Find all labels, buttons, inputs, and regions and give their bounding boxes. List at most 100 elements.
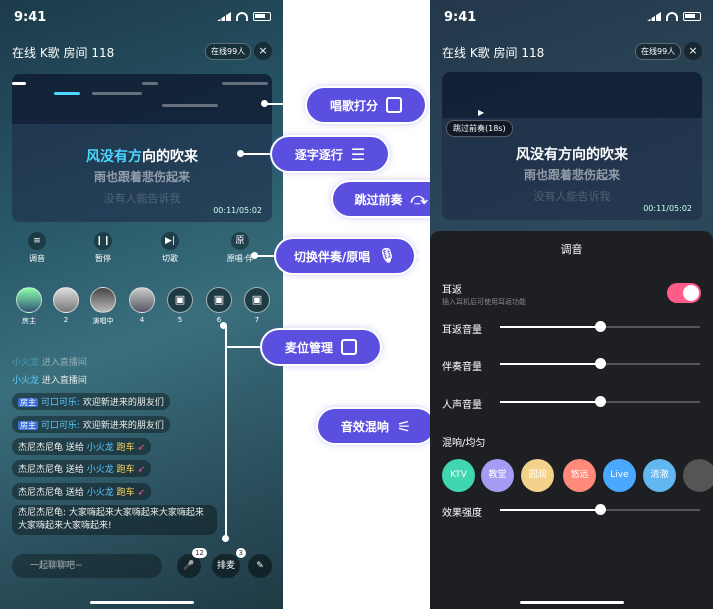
message-text: 进入直播间 xyxy=(39,376,87,386)
connector-line xyxy=(265,103,309,105)
slider-knob[interactable] xyxy=(595,321,606,332)
effect-clear[interactable]: 清澈 xyxy=(643,459,676,492)
ear-volume-slider[interactable] xyxy=(500,321,700,332)
car-icon: ➶ xyxy=(137,488,146,498)
mic-icon: 🎤 xyxy=(183,561,195,571)
lyric-third-line: 没有人能告诉我 xyxy=(533,190,611,203)
tune-button[interactable]: ≡ 调音 xyxy=(17,232,57,264)
status-time: 9:41 xyxy=(444,10,477,25)
seat-3-singing[interactable]: 演唱中 xyxy=(88,287,118,326)
seat-label: 5 xyxy=(177,316,183,324)
effects-button[interactable]: ✎ xyxy=(248,554,272,578)
gift-name: 跑车 xyxy=(113,488,135,498)
lyric-unsung-part: 向的吹来 xyxy=(142,149,198,165)
seat-4[interactable]: 4 xyxy=(127,287,157,324)
effect-ktv[interactable]: KTV xyxy=(442,459,475,492)
next-song-button[interactable]: ▶| 切歌 xyxy=(150,232,190,264)
system-message: 小火龙 进入直播间 xyxy=(12,374,87,388)
vocal-volume-label: 人声音量 xyxy=(442,400,482,411)
slider-knob[interactable] xyxy=(595,358,606,369)
seat-host[interactable]: 房主 xyxy=(14,287,44,326)
seat-label: 2 xyxy=(63,316,69,324)
original-icon: 原 xyxy=(231,232,249,250)
pause-label: 暂停 xyxy=(95,254,111,263)
empty-seat-icon: ▣ xyxy=(167,287,193,313)
status-icons xyxy=(217,12,271,21)
avatar xyxy=(90,287,116,313)
effect-live[interactable]: Live xyxy=(603,459,636,492)
lyric-sung-part: 风没有方 xyxy=(86,149,142,165)
wifi-icon xyxy=(236,12,248,21)
gift-sender: 杰尼杰尼龟 送给 xyxy=(18,443,87,453)
seat-2[interactable]: 2 xyxy=(51,287,81,324)
pitch-bar xyxy=(12,82,26,85)
gift-sender: 杰尼杰尼龟 送给 xyxy=(18,488,87,498)
signal-icon xyxy=(217,12,231,21)
callout-seat-manage: 麦位管理 xyxy=(262,330,380,364)
skip-intro-button[interactable]: 跳过前奏(18s) xyxy=(446,120,513,137)
slider-knob[interactable] xyxy=(595,504,606,515)
message-user: 可口可乐: xyxy=(41,421,81,431)
lines-icon: ☰ xyxy=(350,144,366,164)
mic-count-badge: 12 xyxy=(192,548,207,558)
mic-button[interactable]: 🎤 12 xyxy=(177,548,207,578)
close-button[interactable]: × xyxy=(684,42,702,60)
mic-icon: 🎙 xyxy=(378,248,397,264)
callout-label: 唱歌打分 xyxy=(329,98,378,113)
effect-distant[interactable]: 悠远 xyxy=(563,459,596,492)
online-count-badge[interactable]: 在线99人 xyxy=(635,43,682,60)
connector-line xyxy=(241,153,274,155)
slider-knob[interactable] xyxy=(595,396,606,407)
callout-word-by-word: 逐字逐行 ☰ xyxy=(272,137,388,171)
tuning-panel: 调音 耳返 插入耳机后可使用耳返功能 耳返音量 伴奏音量 人声音量 混响/均匀 … xyxy=(430,231,713,609)
ear-return-toggle[interactable] xyxy=(667,283,701,303)
tune-icon: ≡ xyxy=(28,232,46,250)
queue-button[interactable]: 排麦 3 xyxy=(212,548,246,578)
lyrics-stage: ▶ 跳过前奏(18s) 风没有方向的吹来 雨也跟着悲伤起来 没有人能告诉我 00… xyxy=(442,72,702,220)
avatar xyxy=(16,287,42,313)
tune-label: 调音 xyxy=(29,254,45,263)
effect-mellow[interactable]: 圆润 xyxy=(521,459,554,492)
queue-count-badge: 3 xyxy=(235,548,246,558)
original-accomp-toggle[interactable]: 原原唱·伴 xyxy=(220,232,260,264)
car-icon: ➶ xyxy=(137,443,146,453)
ear-return-hint: 插入耳机后可使用耳返功能 xyxy=(442,298,526,306)
home-indicator xyxy=(520,601,624,604)
playback-time: 00:11/05:02 xyxy=(643,204,692,213)
effect-church[interactable]: 教堂 xyxy=(481,459,514,492)
message-text: 欢迎新进来的朋友们 xyxy=(80,421,164,431)
seat-6-empty[interactable]: ▣ 6 xyxy=(204,287,234,324)
gift-sender: 杰尼杰尼龟 送给 xyxy=(18,465,87,475)
slider-fill xyxy=(500,401,600,403)
original-accomp-label: 原唱·伴 xyxy=(226,254,254,263)
skip-arrow-icon: ⤼ xyxy=(410,189,428,208)
connector-dot xyxy=(222,535,229,542)
reverb-label: 混响/均匀 xyxy=(442,438,486,449)
callout-score: 唱歌打分 xyxy=(307,88,425,122)
close-button[interactable]: × xyxy=(254,42,272,60)
ear-return-label: 耳返 xyxy=(442,285,462,296)
effect-more[interactable] xyxy=(683,459,713,492)
chat-input[interactable]: 一起聊聊吧~ xyxy=(12,554,162,578)
pause-button[interactable]: ❙❙ 暂停 xyxy=(83,232,123,264)
skip-icon: ▶| xyxy=(161,232,179,250)
seat-7-empty[interactable]: ▣ 7 xyxy=(242,287,272,324)
seat-5-empty[interactable]: ▣ 5 xyxy=(165,287,195,324)
lyric-next-line: 雨也跟着悲伤起来 xyxy=(93,170,190,184)
accomp-volume-slider[interactable] xyxy=(500,358,700,369)
pitch-bar xyxy=(142,82,158,85)
seat-label: 房主 xyxy=(22,317,36,325)
seat-label: 7 xyxy=(254,316,260,324)
status-icons xyxy=(647,12,701,21)
score-edit-icon xyxy=(386,97,402,113)
connector-line xyxy=(225,326,227,538)
message-text: 进入直播间 xyxy=(39,358,87,368)
lyric-current-line: 风没有方向的吹来 xyxy=(12,146,272,166)
effect-strength-slider[interactable] xyxy=(500,504,700,515)
vocal-volume-slider[interactable] xyxy=(500,396,700,407)
right-phone-screen: 9:41 在线 K歌 房间 118 在线99人 × ▶ 跳过前奏(18s) 风没… xyxy=(430,0,713,609)
online-count-badge[interactable]: 在线99人 xyxy=(205,43,252,60)
gift-message: 杰尼杰尼龟 送给 小火龙 跑车 ➶ xyxy=(12,438,152,455)
system-message: 小火龙 进入直播间 xyxy=(12,356,87,370)
callout-switch-track: 切换伴奏/原唱 🎙 xyxy=(276,239,414,273)
